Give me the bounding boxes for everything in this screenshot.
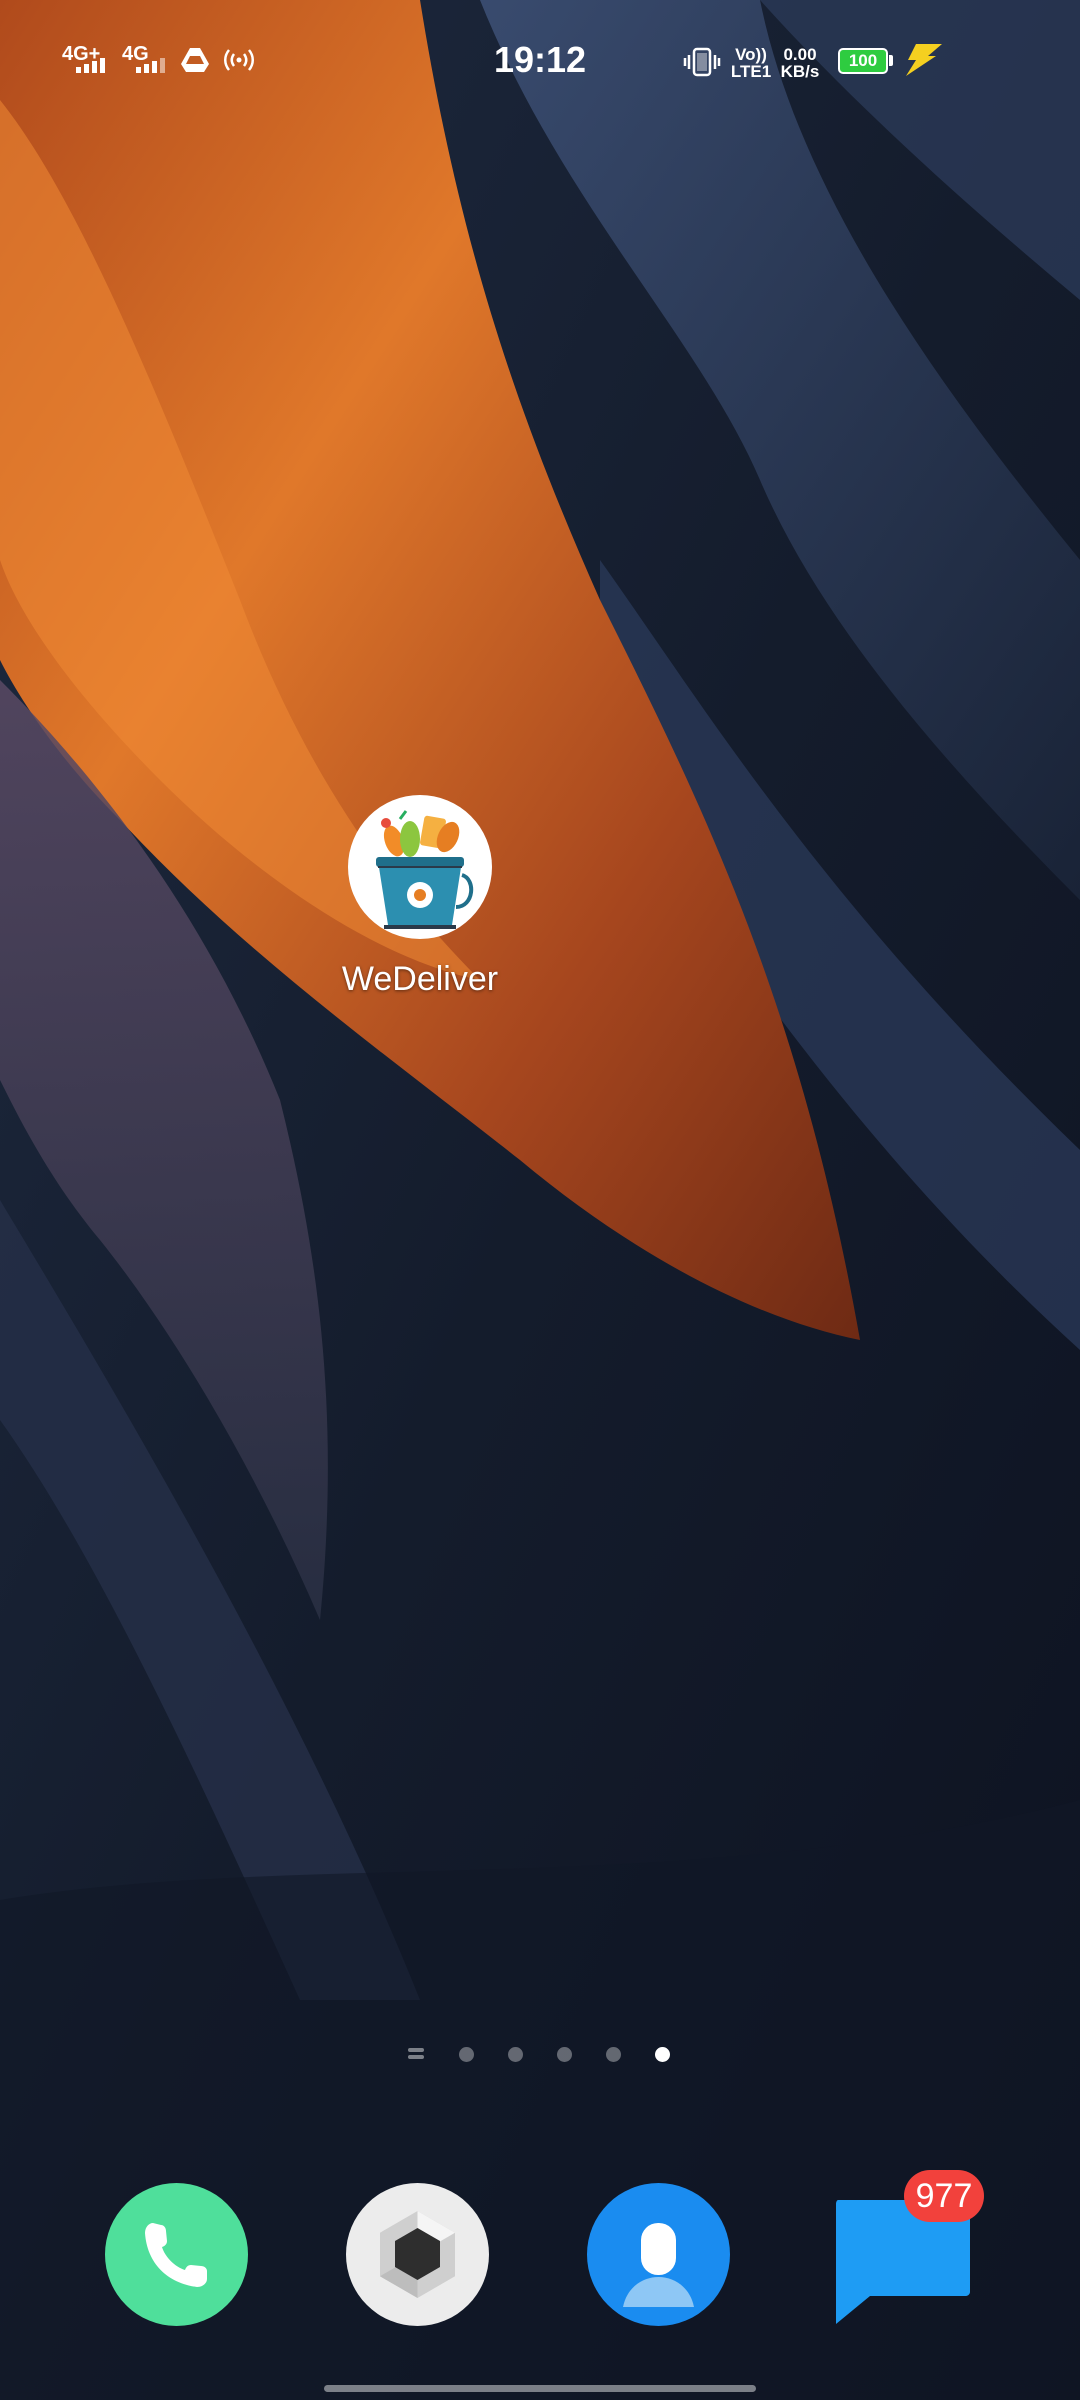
- home-screen: 4G+ 4G 19:12 Vo)) LTE1 0.00 KB/s 100 WeD…: [0, 0, 1080, 2400]
- page-dot-2[interactable]: [508, 2047, 523, 2062]
- messages-unread-badge: 977: [904, 2170, 984, 2222]
- page-dot-3[interactable]: [557, 2047, 572, 2062]
- charging-icon: [906, 44, 942, 76]
- vibrate-icon: [683, 47, 721, 77]
- page-dot-1[interactable]: [459, 2047, 474, 2062]
- camera-icon[interactable]: [346, 2183, 489, 2326]
- signal-strength-1-icon: [76, 58, 105, 73]
- grocery-bucket-icon: [348, 795, 492, 939]
- volte-indicator: Vo)) LTE1: [730, 46, 772, 80]
- drive-icon: [181, 48, 209, 72]
- network-speed: 0.00 KB/s: [776, 46, 824, 80]
- signal-strength-2-icon: [136, 58, 165, 73]
- app-drawer-indicator-icon: [408, 2048, 424, 2062]
- page-indicator[interactable]: [0, 2040, 1080, 2070]
- volte-label-bottom: LTE1: [730, 62, 772, 81]
- network-speed-unit: KB/s: [780, 62, 820, 81]
- volte-label-top: Vo)): [735, 45, 767, 64]
- app-wedeliver[interactable]: WeDeliver: [320, 795, 520, 999]
- battery-tip: [889, 55, 893, 66]
- network-speed-value: 0.00: [783, 45, 817, 64]
- page-dot-5-active[interactable]: [655, 2047, 670, 2062]
- clock: 19:12: [493, 39, 587, 80]
- gesture-home-bar[interactable]: [324, 2385, 756, 2392]
- contacts-icon[interactable]: [587, 2183, 730, 2326]
- page-dot-4[interactable]: [606, 2047, 621, 2062]
- phone-icon[interactable]: [105, 2183, 248, 2326]
- hotspot-icon: [224, 49, 254, 71]
- app-label: WeDeliver: [341, 960, 499, 998]
- status-bar: 4G+ 4G 19:12 Vo)) LTE1 0.00 KB/s 100: [0, 0, 1080, 125]
- battery-indicator: 100: [838, 48, 888, 74]
